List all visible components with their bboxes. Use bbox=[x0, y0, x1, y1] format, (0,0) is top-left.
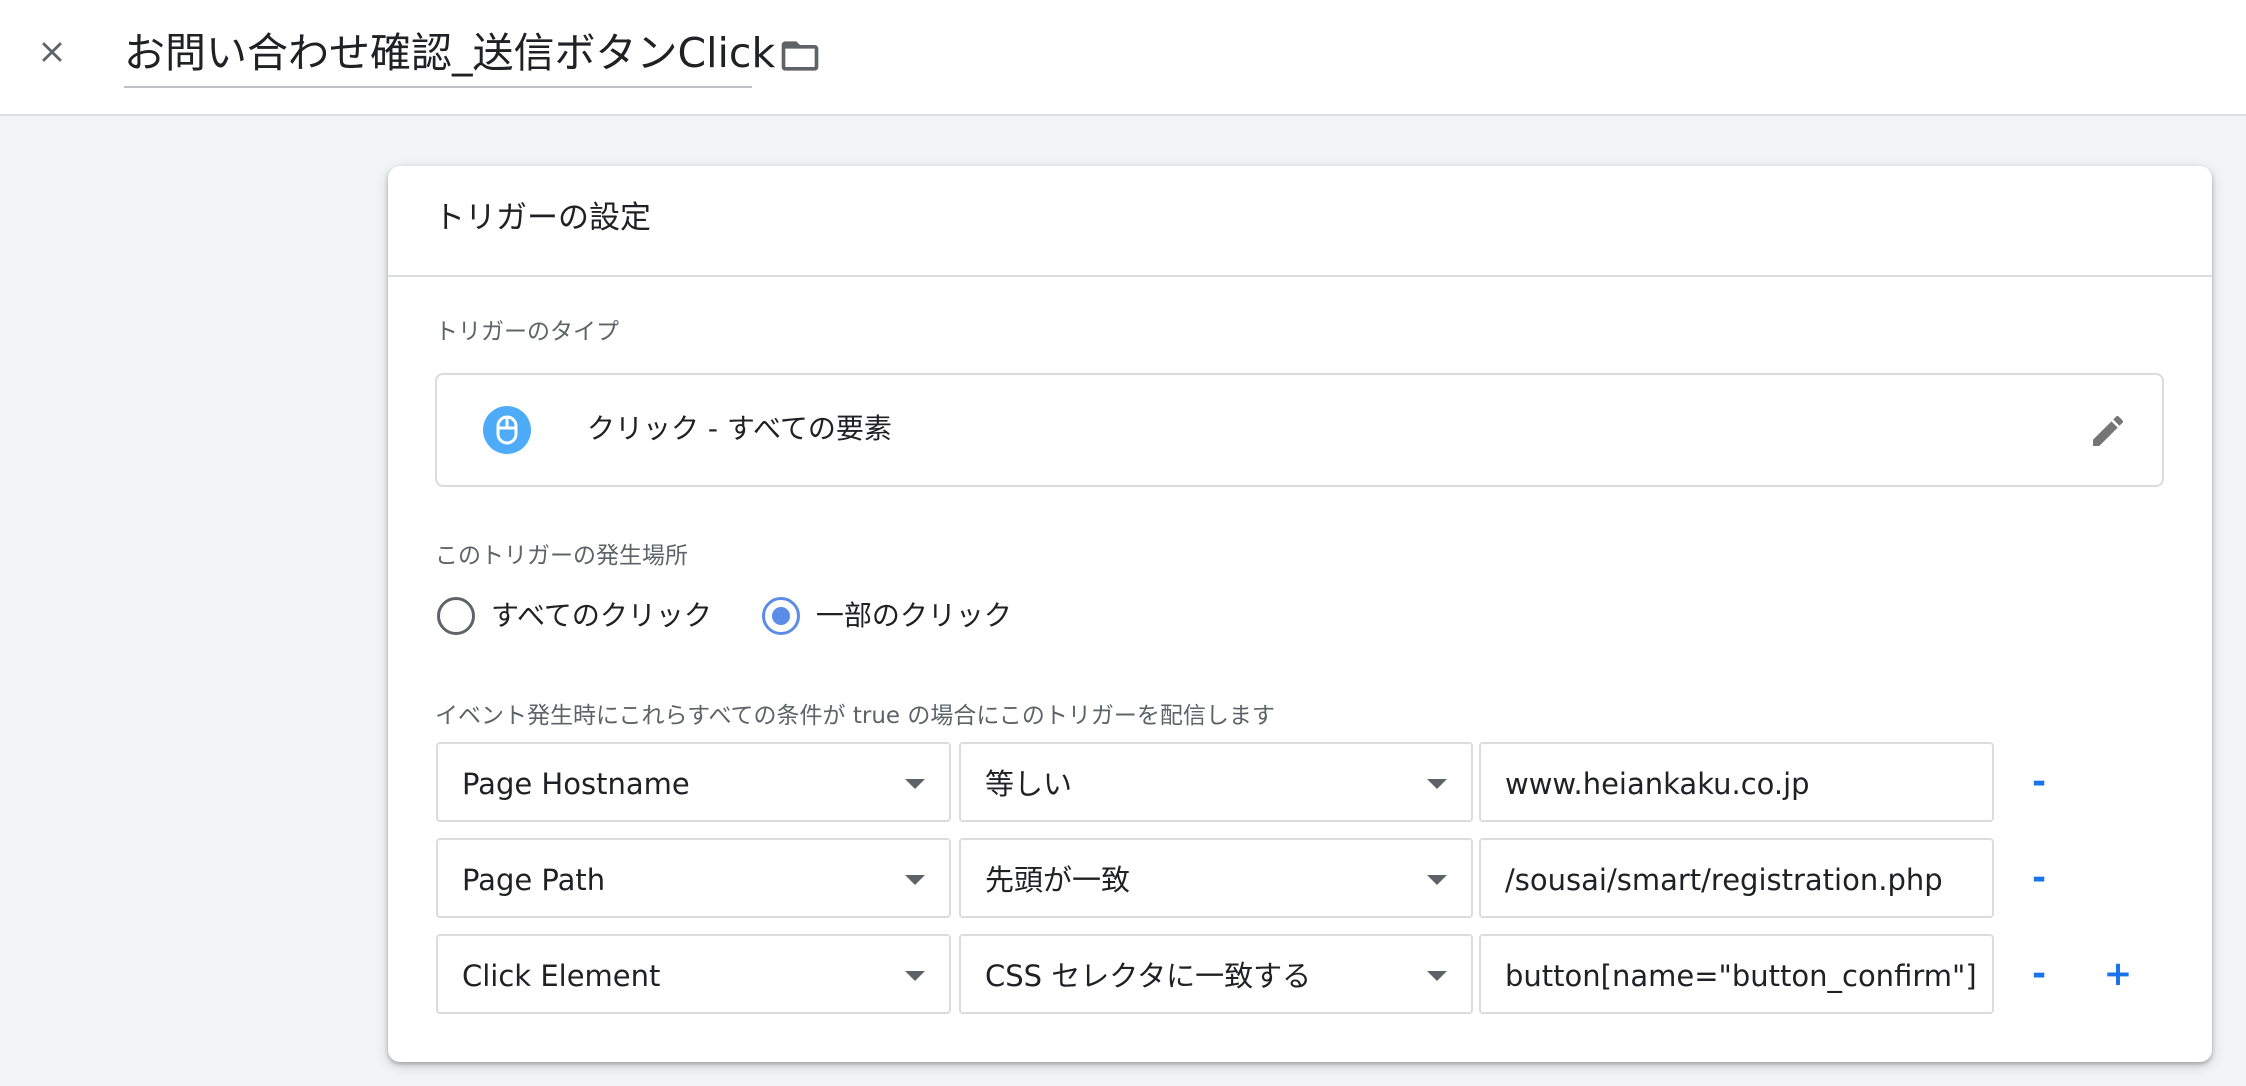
condition-operator-select[interactable]: 先頭が一致 bbox=[959, 838, 1473, 918]
top-bar: お問い合わせ確認_送信ボタンClick bbox=[0, 0, 2246, 116]
condition-operator-select[interactable]: 等しい bbox=[959, 742, 1473, 822]
condition-variable-value: Page Hostname bbox=[462, 767, 690, 801]
condition-operator-select[interactable]: CSS セレクタに一致する bbox=[959, 934, 1473, 1014]
condition-row: Page Path 先頭が一致 /sousai/smart/registrati… bbox=[436, 838, 2176, 918]
trigger-name-input[interactable]: お問い合わせ確認_送信ボタンClick bbox=[124, 22, 775, 88]
add-condition-button[interactable]: + bbox=[2092, 948, 2144, 1000]
condition-row: Page Hostname 等しい www.heiankaku.co.jp - bbox=[436, 742, 2176, 822]
dropdown-arrow-icon bbox=[1427, 875, 1447, 885]
condition-variable-select[interactable]: Click Element bbox=[436, 934, 951, 1014]
trigger-type-selector[interactable]: クリック - すべての要素 bbox=[435, 373, 2164, 487]
card-header: トリガーの設定 bbox=[388, 166, 2212, 277]
conditions-label: イベント発生時にこれらすべての条件が true の場合にこのトリガーを配信します bbox=[435, 703, 1275, 729]
dropdown-arrow-icon bbox=[1427, 971, 1447, 981]
card-title: トリガーの設定 bbox=[434, 200, 651, 236]
trigger-type-text: クリック - すべての要素 bbox=[587, 412, 892, 445]
condition-operator-value: 等しい bbox=[985, 767, 1073, 801]
folder-icon bbox=[781, 41, 819, 71]
pencil-icon bbox=[2093, 415, 2124, 446]
condition-value-text: button[name="button_confirm"] bbox=[1505, 959, 1975, 993]
close-icon bbox=[42, 42, 62, 62]
condition-variable-select[interactable]: Page Path bbox=[436, 838, 951, 918]
condition-operator-value: 先頭が一致 bbox=[985, 863, 1131, 897]
remove-condition-button[interactable]: - bbox=[2013, 756, 2065, 808]
condition-variable-select[interactable]: Page Hostname bbox=[436, 742, 951, 822]
condition-row: Click Element CSS セレクタに一致する button[name=… bbox=[436, 934, 2176, 1014]
fire-on-label: このトリガーの発生場所 bbox=[435, 543, 688, 569]
trigger-type-label: トリガーのタイプ bbox=[435, 319, 619, 345]
close-button[interactable] bbox=[27, 27, 77, 77]
dropdown-arrow-icon bbox=[905, 779, 925, 789]
condition-value-text: www.heiankaku.co.jp bbox=[1505, 767, 1810, 801]
radio-some-clicks-circle[interactable] bbox=[761, 597, 800, 635]
condition-variable-value: Page Path bbox=[462, 863, 606, 897]
dropdown-arrow-icon bbox=[905, 875, 925, 885]
radio-all-clicks-circle[interactable] bbox=[437, 597, 475, 635]
trigger-name-text: お問い合わせ確認_送信ボタンClick bbox=[124, 29, 776, 77]
condition-value-input[interactable]: www.heiankaku.co.jp bbox=[1479, 742, 1994, 822]
remove-condition-button[interactable]: - bbox=[2013, 852, 2065, 904]
condition-operator-value: CSS セレクタに一致する bbox=[985, 959, 1312, 993]
condition-value-input[interactable]: /sousai/smart/registration.php bbox=[1479, 838, 1994, 918]
folder-button[interactable] bbox=[772, 28, 828, 84]
radio-some-clicks[interactable]: 一部のクリック bbox=[761, 596, 1012, 636]
radio-all-clicks-label: すべてのクリック bbox=[491, 599, 712, 632]
edit-trigger-type-button[interactable] bbox=[2084, 407, 2132, 455]
fire-on-radio-group: すべてのクリック 一部のクリック bbox=[437, 593, 1062, 639]
dropdown-arrow-icon bbox=[905, 971, 925, 981]
remove-condition-button[interactable]: - bbox=[2013, 948, 2065, 1000]
radio-some-clicks-label: 一部のクリック bbox=[815, 599, 1012, 632]
dropdown-arrow-icon bbox=[1427, 779, 1447, 789]
radio-selected-dot bbox=[771, 607, 790, 625]
trigger-config-card: トリガーの設定 トリガーのタイプ クリック - すべての要素 このトリガーの発生… bbox=[388, 166, 2212, 1062]
mouse-icon bbox=[483, 406, 531, 454]
condition-value-text: /sousai/smart/registration.php bbox=[1505, 863, 1943, 897]
condition-value-input[interactable]: button[name="button_confirm"] bbox=[1479, 934, 1994, 1014]
condition-variable-value: Click Element bbox=[462, 959, 661, 993]
radio-all-clicks[interactable]: すべてのクリック bbox=[437, 596, 712, 636]
